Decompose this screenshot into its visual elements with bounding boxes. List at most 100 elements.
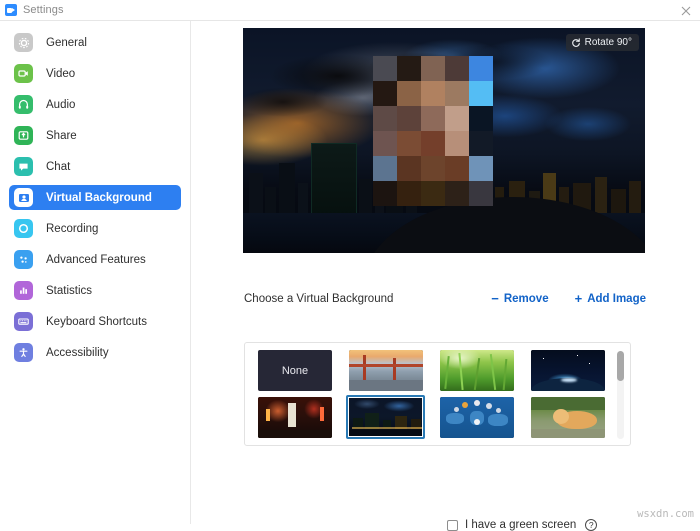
thumbnail-world-network-map[interactable]: [440, 397, 514, 438]
sparkle-icon: [14, 250, 33, 269]
mosaic-block: [397, 106, 421, 131]
mosaic-block: [421, 56, 445, 81]
sidebar-item-virtual-background[interactable]: Virtual Background: [9, 185, 181, 210]
scrollbar-thumb[interactable]: [617, 351, 624, 381]
sidebar-item-chat[interactable]: Chat: [9, 154, 181, 179]
mosaic-block: [469, 106, 493, 131]
sidebar-item-label: Audio: [46, 99, 75, 111]
mosaic-block: [373, 156, 397, 181]
mosaic-block: [397, 156, 421, 181]
sidebar-item-label: Keyboard Shortcuts: [46, 316, 147, 328]
thumbnail-none[interactable]: None: [258, 350, 332, 391]
plus-icon: +: [575, 292, 583, 305]
thumbnail-grass[interactable]: [440, 350, 514, 391]
mosaic-block: [469, 81, 493, 106]
chat-bubble-icon: [14, 157, 33, 176]
sidebar-item-statistics[interactable]: Statistics: [9, 278, 181, 303]
mosaic-block: [421, 156, 445, 181]
sidebar-item-general[interactable]: General: [9, 30, 181, 55]
sidebar-item-label: General: [46, 37, 87, 49]
add-image-button[interactable]: + Add Image: [575, 292, 646, 305]
thumbnail-scrollbar[interactable]: [617, 351, 624, 439]
thumbnail-city-skyline-night[interactable]: [346, 395, 425, 439]
window-title: Settings: [23, 4, 64, 16]
sidebar-item-accessibility[interactable]: Accessibility: [9, 340, 181, 365]
sidebar-item-label: Statistics: [46, 285, 92, 297]
thumbnail-art: [258, 397, 332, 438]
pixelated-face-region: [373, 56, 493, 206]
thumbnail-cell: None: [258, 350, 349, 394]
mosaic-block: [421, 81, 445, 106]
sidebar-item-audio[interactable]: Audio: [9, 92, 181, 117]
green-screen-checkbox[interactable]: [447, 520, 458, 531]
settings-sidebar: General Video Audio Share Chat Virtual B…: [0, 21, 191, 524]
mosaic-block: [469, 156, 493, 181]
mosaic-block: [397, 131, 421, 156]
thumbnail-cell: [349, 350, 440, 394]
thumbnail-dog-on-grass[interactable]: [531, 397, 605, 438]
mosaic-block: [421, 106, 445, 131]
mosaic-block: [421, 181, 445, 206]
sidebar-item-advanced-features[interactable]: Advanced Features: [9, 247, 181, 272]
sidebar-item-label: Chat: [46, 161, 70, 173]
mosaic-block: [373, 56, 397, 81]
mosaic-block: [397, 81, 421, 106]
sidebar-item-label: Video: [46, 68, 75, 80]
background-thumbnail-grid: None: [258, 350, 630, 441]
mosaic-block: [373, 181, 397, 206]
rotate-icon: [571, 38, 581, 48]
accessibility-icon: [14, 343, 33, 362]
zoom-camera-icon: [5, 4, 17, 16]
green-screen-label: I have a green screen: [465, 519, 576, 531]
sidebar-item-recording[interactable]: Recording: [9, 216, 181, 241]
mosaic-block: [469, 131, 493, 156]
thumbnail-city-street-night[interactable]: [258, 397, 332, 438]
question-mark-icon[interactable]: ?: [585, 519, 597, 531]
thumbnail-cell: [440, 397, 531, 441]
video-camera-icon: [14, 64, 33, 83]
title-bar: Settings: [0, 0, 700, 21]
mosaic-block: [445, 131, 469, 156]
video-preview[interactable]: Rotate 90°: [243, 28, 645, 253]
mosaic-block: [469, 181, 493, 206]
close-icon[interactable]: [678, 3, 694, 19]
remove-button[interactable]: − Remove: [491, 292, 548, 305]
person-card-icon: [14, 188, 33, 207]
green-screen-row: I have a green screen ?: [447, 519, 597, 531]
sidebar-item-keyboard-shortcuts[interactable]: Keyboard Shortcuts: [9, 309, 181, 334]
sidebar-item-video[interactable]: Video: [9, 61, 181, 86]
background-actions: − Remove + Add Image: [491, 292, 646, 305]
mosaic-block: [373, 106, 397, 131]
headset-icon: [14, 95, 33, 114]
thumbnail-earth-from-space[interactable]: [531, 350, 605, 391]
rotate-button-label: Rotate 90°: [585, 37, 632, 48]
sidebar-item-share[interactable]: Share: [9, 123, 181, 148]
mosaic-block: [445, 56, 469, 81]
thumbnail-cell: [258, 397, 349, 441]
thumbnail-art: [440, 397, 514, 438]
choose-background-row: Choose a Virtual Background − Remove + A…: [244, 292, 646, 305]
mosaic-block: [373, 131, 397, 156]
remove-button-label: Remove: [504, 293, 549, 305]
rotate-90-button[interactable]: Rotate 90°: [566, 34, 639, 51]
thumbnail-cell: [440, 350, 531, 394]
thumbnail-cell: [531, 350, 622, 394]
record-circle-icon: [14, 219, 33, 238]
mosaic-block: [445, 81, 469, 106]
sidebar-item-label: Virtual Background: [46, 192, 152, 204]
sidebar-item-label: Share: [46, 130, 77, 142]
thumbnail-cell: [349, 397, 440, 441]
minus-icon: −: [491, 292, 499, 305]
thumbnail-art: [440, 350, 514, 391]
sidebar-item-label: Recording: [46, 223, 98, 235]
virtual-background-panel: Rotate 90° Choose a Virtual Background −…: [192, 21, 700, 524]
mosaic-block: [445, 106, 469, 131]
share-screen-icon: [14, 126, 33, 145]
sidebar-item-label: Accessibility: [46, 347, 109, 359]
background-thumbnail-panel: None: [244, 342, 631, 446]
thumbnail-golden-gate-bridge[interactable]: [349, 350, 423, 391]
thumbnail-art: [531, 350, 605, 391]
bar-chart-icon: [14, 281, 33, 300]
mosaic-block: [445, 156, 469, 181]
sidebar-item-label: Advanced Features: [46, 254, 146, 266]
